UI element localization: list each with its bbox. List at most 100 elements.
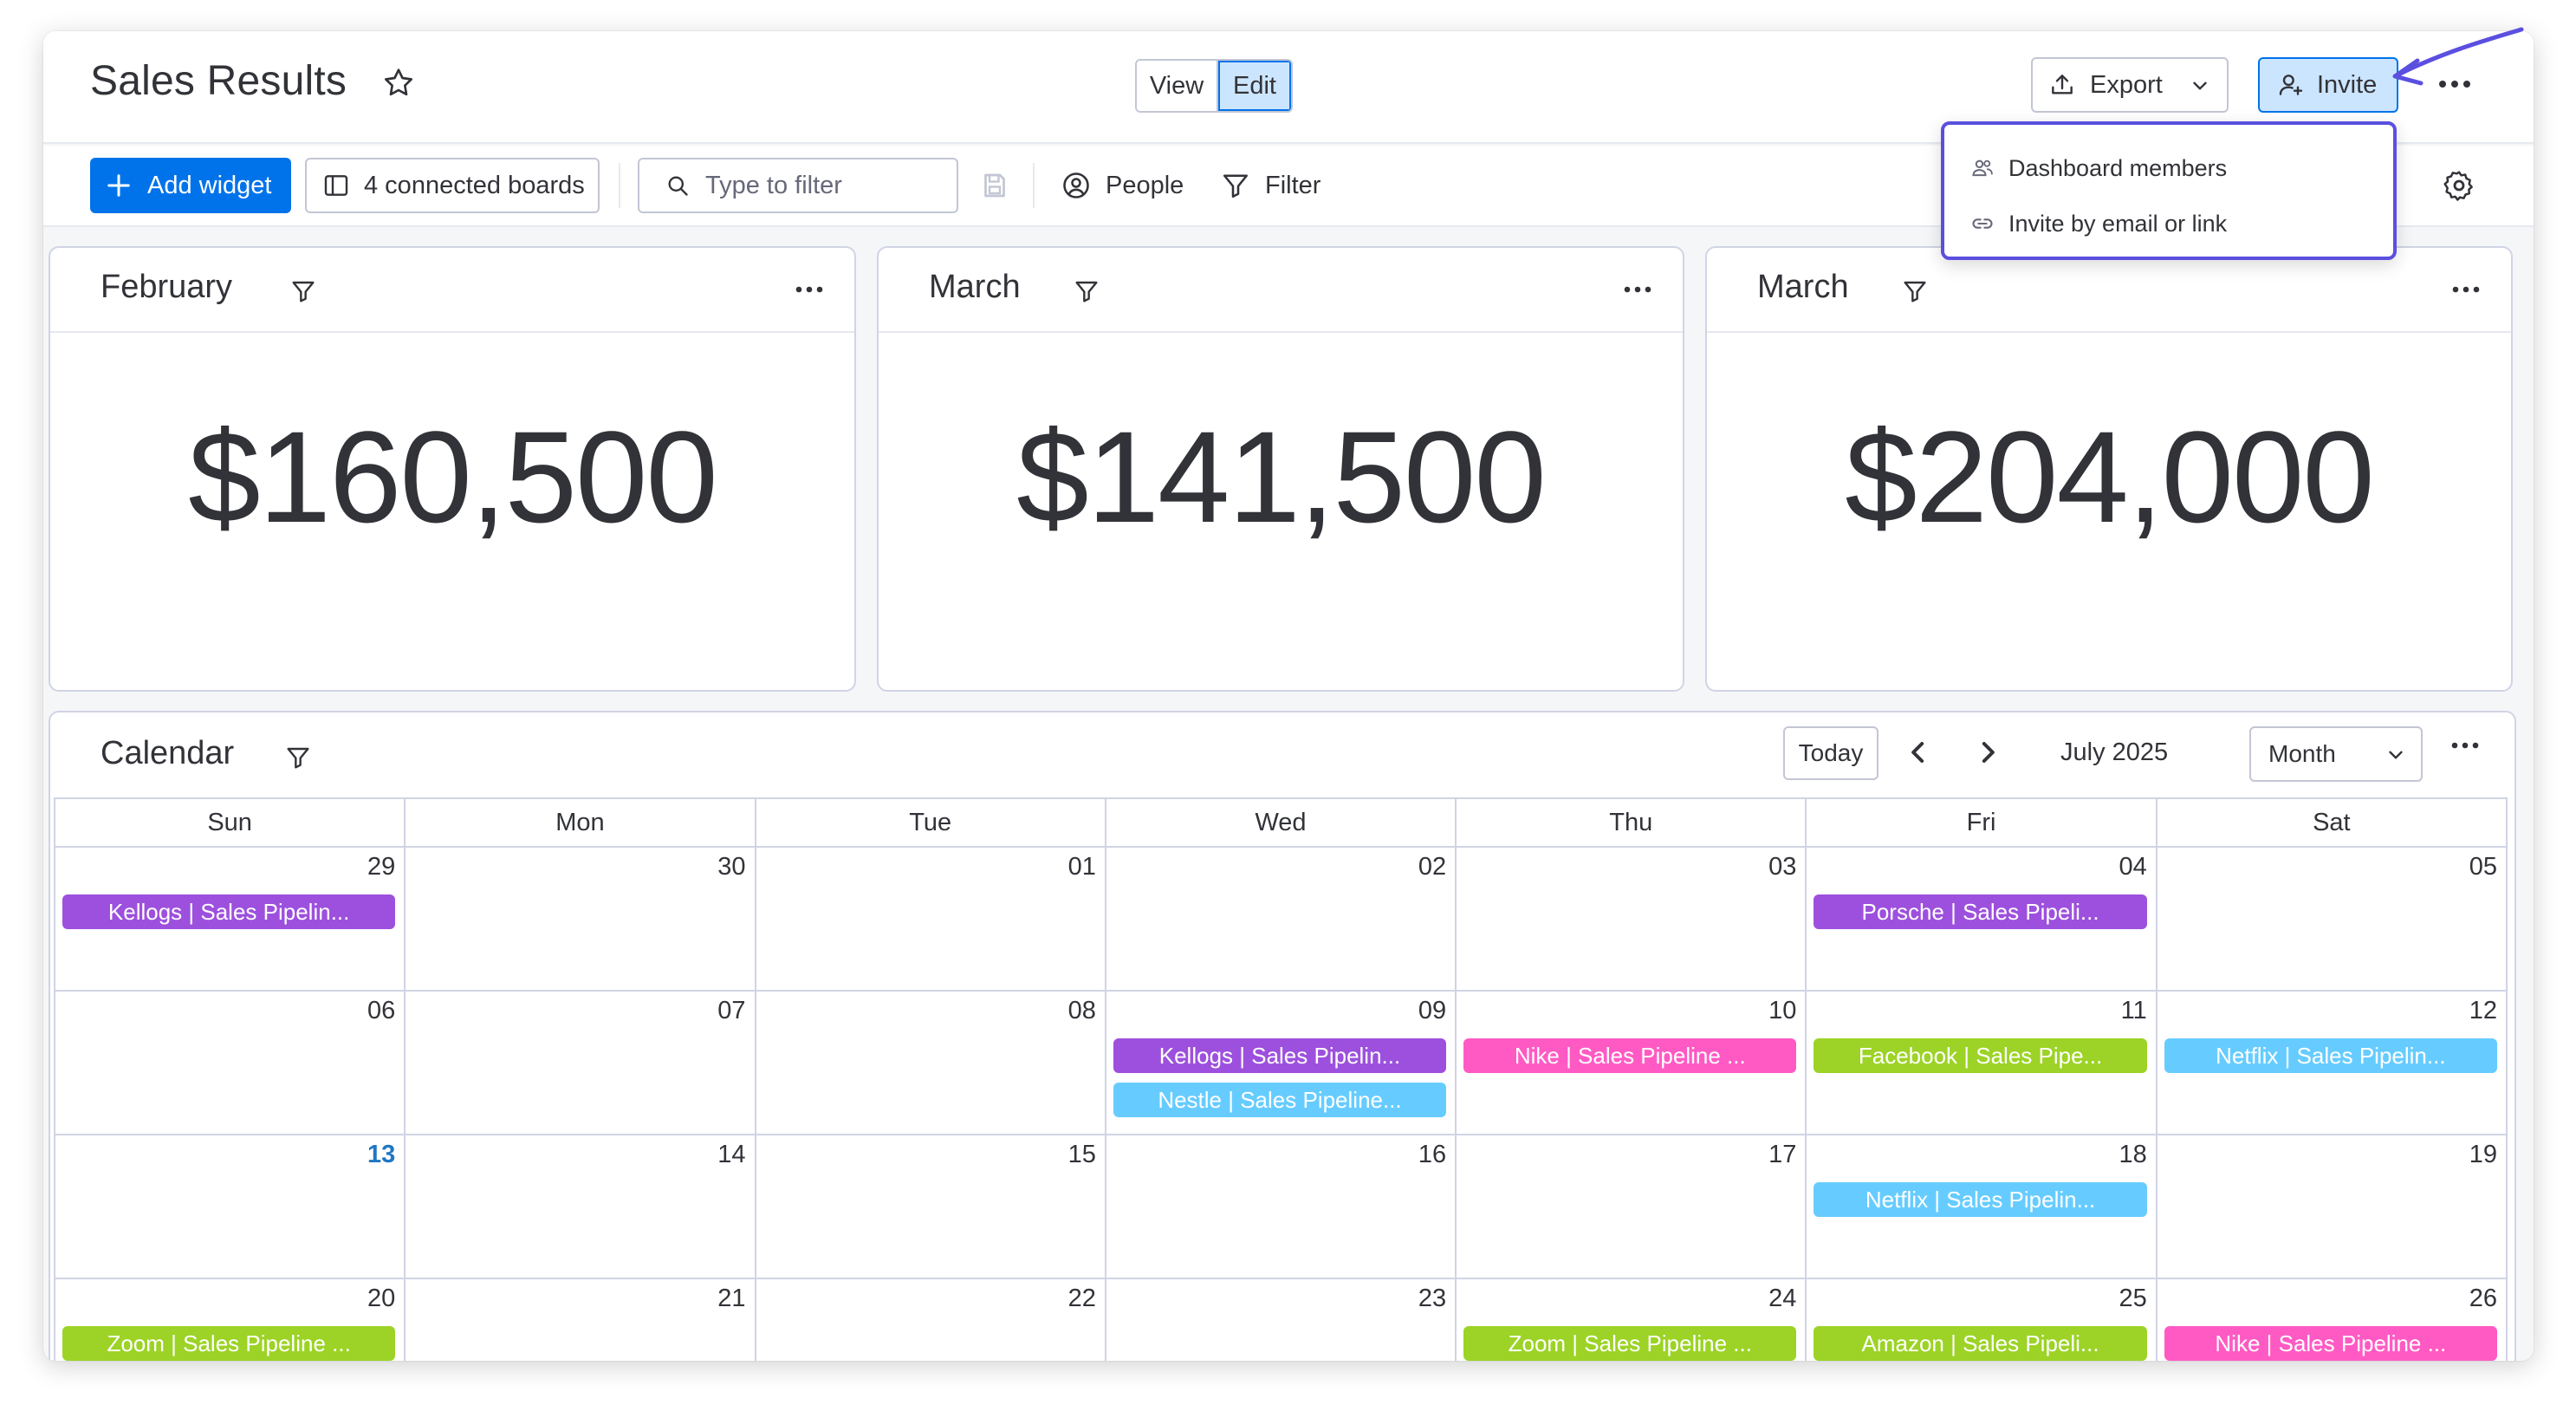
filter-button[interactable]: Filter	[1215, 158, 1326, 213]
calendar-event[interactable]: Netflix | Sales Pipelin...	[2164, 1038, 2497, 1073]
calendar-day-cell[interactable]: 21	[406, 1279, 756, 1361]
filter-input-box[interactable]	[638, 158, 958, 213]
widget-value: $141,500	[1016, 404, 1547, 550]
save-view-icon[interactable]	[979, 170, 1010, 201]
calendar-day-cell[interactable]: 06	[55, 992, 406, 1135]
calendar-header: Calendar Today July 2025 Month	[50, 712, 2514, 797]
calendar-day-cell[interactable]: 07	[406, 992, 756, 1135]
calendar-event[interactable]: Kellogs | Sales Pipelin...	[62, 894, 396, 929]
calendar-day-cell[interactable]: 08	[756, 992, 1106, 1135]
weekday-header: Thu	[1457, 799, 1807, 848]
more-options-icon[interactable]	[790, 272, 828, 307]
more-options-icon[interactable]	[2450, 738, 2480, 754]
calendar-day-cell[interactable]: 23	[1106, 1279, 1457, 1361]
calendar-view-select[interactable]: Month	[2249, 726, 2423, 782]
date-number: 12	[2469, 997, 2497, 1024]
calendar-day-cell[interactable]: 25 Amazon | Sales Pipeli...	[1807, 1279, 2157, 1361]
calendar-event[interactable]: Nike | Sales Pipeline ...	[2164, 1326, 2497, 1361]
calendar-day-cell[interactable]: 26 Nike | Sales Pipeline ...	[2157, 1279, 2508, 1361]
add-widget-label: Add widget	[147, 171, 272, 199]
add-person-icon	[2279, 75, 2303, 95]
export-label: Export	[2090, 70, 2163, 99]
calendar-event[interactable]: Nike | Sales Pipeline ...	[1463, 1038, 1797, 1073]
calendar-day-cell[interactable]: 03	[1457, 848, 1807, 992]
widget-header: February	[50, 248, 854, 333]
view-mode-button[interactable]: View	[1137, 61, 1218, 111]
calendar-event[interactable]: Netflix | Sales Pipelin...	[1814, 1182, 2147, 1217]
widget-title: March	[929, 269, 1021, 305]
more-options-icon[interactable]	[2447, 272, 2485, 307]
star-icon[interactable]	[381, 66, 416, 101]
weekday-header: Sat	[2157, 799, 2508, 848]
weekday-header: Wed	[1106, 799, 1457, 848]
more-options-icon[interactable]	[1619, 272, 1657, 307]
invite-dropdown-menu: Dashboard members Invite by email or lin…	[1941, 121, 2397, 260]
calendar-day-cell[interactable]: 19	[2157, 1135, 2508, 1279]
calendar-day-cell[interactable]: 05	[2157, 848, 2508, 992]
number-widget-card: March $141,500	[877, 246, 1684, 692]
calendar-view-value: Month	[2268, 740, 2336, 767]
chevron-right-icon[interactable]	[1970, 735, 2005, 770]
filter-label: Filter	[1265, 171, 1321, 199]
date-number: 10	[1768, 997, 1797, 1024]
funnel-icon[interactable]	[284, 744, 312, 771]
calendar-day-cell[interactable]: 14	[406, 1135, 756, 1279]
calendar-day-cell[interactable]: 09 Kellogs | Sales Pipelin... Nestle | Sal…	[1106, 992, 1457, 1135]
widget-title: March	[1757, 269, 1849, 305]
menu-item-invite-by-link[interactable]: Invite by email or link	[1944, 196, 2393, 251]
calendar-event[interactable]: Amazon | Sales Pipeli...	[1814, 1326, 2147, 1361]
chevron-down-icon	[2389, 751, 2403, 759]
calendar-day-cell[interactable]: 30	[406, 848, 756, 992]
calendar-day-cell[interactable]: 20 Zoom | Sales Pipeline ...	[55, 1279, 406, 1361]
link-icon	[1972, 218, 1993, 229]
filter-input[interactable]	[705, 171, 948, 200]
date-number: 14	[717, 1141, 746, 1168]
funnel-icon[interactable]	[1901, 277, 1929, 305]
date-number: 26	[2469, 1285, 2497, 1312]
add-widget-button[interactable]: Add widget	[90, 158, 291, 213]
calendar-day-cell[interactable]: 22	[756, 1279, 1106, 1361]
connected-boards-button[interactable]: 4 connected boards	[305, 158, 600, 213]
funnel-icon[interactable]	[1073, 277, 1100, 305]
calendar-day-cell[interactable]: 01	[756, 848, 1106, 992]
calendar-day-cell[interactable]: 12 Netflix | Sales Pipelin...	[2157, 992, 2508, 1135]
date-number: 25	[2119, 1285, 2147, 1312]
calendar-event[interactable]: Zoom | Sales Pipeline ...	[1463, 1326, 1797, 1361]
calendar-day-cell[interactable]: 10 Nike | Sales Pipeline ...	[1457, 992, 1807, 1135]
person-circle-icon	[1063, 172, 1089, 198]
calendar-day-cell[interactable]: 04 Porsche | Sales Pipeli...	[1807, 848, 2157, 992]
people-label: People	[1106, 171, 1184, 199]
edit-mode-button[interactable]: Edit	[1218, 61, 1291, 111]
calendar-event[interactable]: Zoom | Sales Pipeline ...	[62, 1326, 396, 1361]
export-button[interactable]: Export	[2031, 57, 2229, 113]
gear-icon[interactable]	[2442, 168, 2476, 203]
date-number: 05	[2469, 853, 2497, 881]
calendar-title: Calendar	[101, 735, 235, 771]
view-edit-toggle: View Edit	[1135, 59, 1293, 113]
search-icon	[668, 176, 688, 196]
calendar-day-cell[interactable]: 17	[1457, 1135, 1807, 1279]
calendar-day-cell[interactable]: 15	[756, 1135, 1106, 1279]
calendar-day-cell[interactable]: 16	[1106, 1135, 1457, 1279]
calendar-event[interactable]: Facebook | Sales Pipe...	[1814, 1038, 2147, 1073]
chevron-left-icon[interactable]	[1901, 735, 1936, 770]
calendar-day-cell[interactable]: 18 Netflix | Sales Pipelin...	[1807, 1135, 2157, 1279]
date-number: 11	[2120, 997, 2147, 1024]
calendar-day-cell[interactable]: 29 Kellogs | Sales Pipelin...	[55, 848, 406, 992]
people-filter-button[interactable]: People	[1055, 158, 1189, 213]
calendar-day-cell[interactable]: 13	[55, 1135, 406, 1279]
menu-item-dashboard-members[interactable]: Dashboard members	[1944, 140, 2393, 196]
calendar-day-cell[interactable]: 11 Facebook | Sales Pipe...	[1807, 992, 2157, 1135]
number-widget-card: February $160,500	[49, 246, 856, 692]
calendar-event[interactable]: Porsche | Sales Pipeli...	[1814, 894, 2147, 929]
toolbar-divider	[1033, 163, 1035, 208]
funnel-icon[interactable]	[289, 277, 317, 305]
calendar-event[interactable]: Nestle | Sales Pipeline...	[1113, 1083, 1447, 1117]
widget-value: $204,000	[1845, 404, 2375, 550]
calendar-day-cell[interactable]: 02	[1106, 848, 1457, 992]
calendar-day-cell[interactable]: 24 Zoom | Sales Pipeline ...	[1457, 1279, 1807, 1361]
connected-boards-label: 4 connected boards	[364, 171, 585, 199]
date-number: 18	[2119, 1141, 2147, 1168]
calendar-event[interactable]: Kellogs | Sales Pipelin...	[1113, 1038, 1447, 1073]
today-button[interactable]: Today	[1783, 726, 1878, 780]
